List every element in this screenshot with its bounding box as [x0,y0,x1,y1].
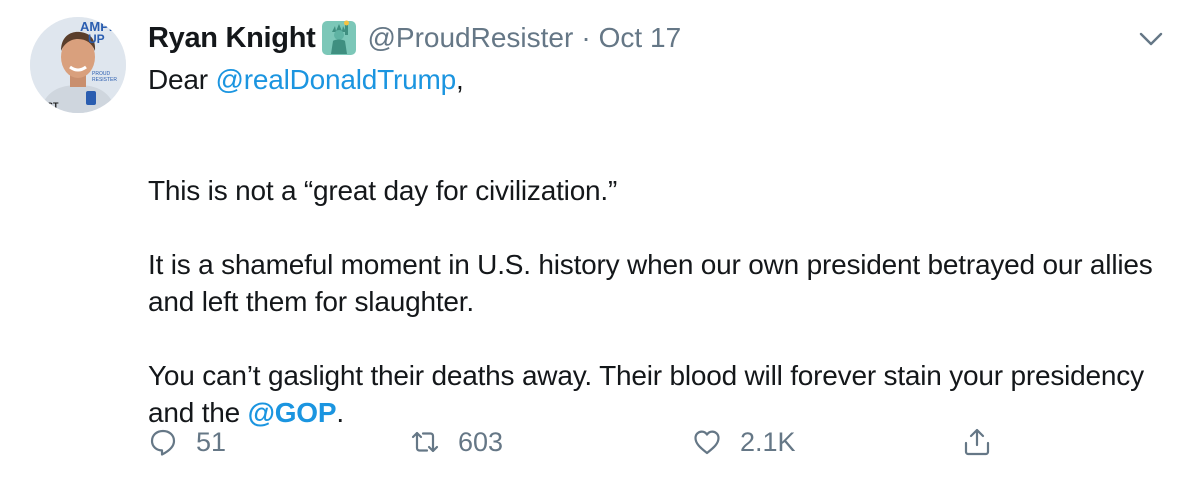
tweet-text-line1: Dear @realDonaldTrump, [148,61,1158,98]
tweet-actions: 51 603 2.1K [148,422,1028,462]
text-fragment: Dear [148,64,216,95]
tweet-header: Ryan Knight @ProudResister · Oct 17 [148,18,681,58]
tweet-paragraph: It is a shameful moment in U.S. history … [148,249,1153,317]
avatar[interactable]: AMPEL UP PROUD RESISTER ISIST [30,17,126,113]
separator-dot: · [581,22,591,53]
text-fragment: , [456,64,464,95]
retweet-button[interactable]: 603 [410,422,503,462]
share-icon [964,428,990,456]
tweet-paragraph: This is not a “great day for civilizatio… [148,175,618,206]
author-handle[interactable]: @ProudResister [367,22,573,54]
retweet-count: 603 [458,426,504,457]
like-count: 2.1K [740,426,796,457]
avatar-text-up: UP [88,32,105,46]
reply-count: 51 [196,426,227,457]
avatar-image: AMPEL UP PROUD RESISTER ISIST [30,17,126,113]
avatar-text-resister: RESISTER [92,77,117,83]
tweet-paragraph: You can’t gaslight their deaths away. Th… [148,357,1158,431]
mention-link[interactable]: @realDonaldTrump [215,64,456,95]
like-button[interactable]: 2.1K [692,422,796,462]
chevron-down-icon[interactable] [1136,24,1166,54]
tweet-card[interactable]: AMPEL UP PROUD RESISTER ISIST Ryan Knigh… [0,0,1196,480]
retweet-icon [411,431,439,453]
share-button[interactable] [962,422,992,462]
reply-icon [150,429,176,456]
reply-button[interactable]: 51 [148,422,226,462]
tweet-text: Dear @realDonaldTrump, This is not a “gr… [148,61,1158,431]
author-name[interactable]: Ryan Knight [148,22,316,55]
tweet-date[interactable]: Oct 17 [599,22,681,54]
statue-of-liberty-icon [321,20,357,56]
avatar-text-shirt: ISIST [36,101,59,111]
heart-icon [694,430,720,455]
